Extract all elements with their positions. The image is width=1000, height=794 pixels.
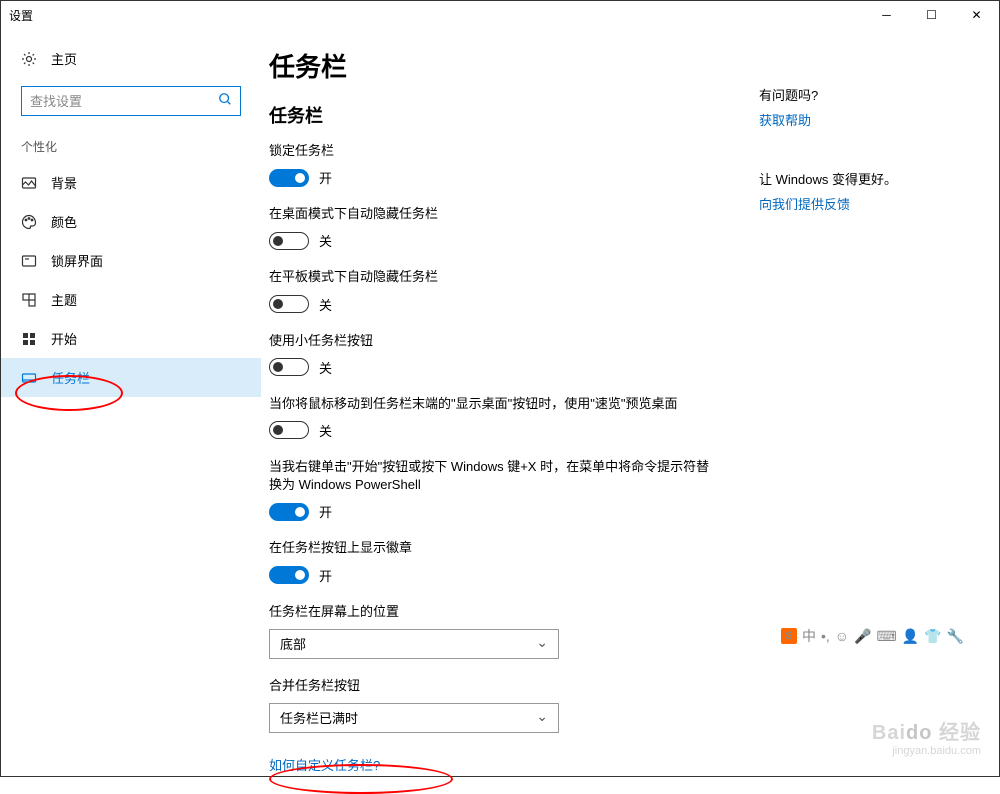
setting-lock-taskbar: 锁定任务栏 开 [269,142,719,187]
toggle-switch[interactable] [269,421,309,439]
toggle-state: 关 [319,358,332,377]
setting-label: 当我右键单击"开始"按钮或按下 Windows 键+X 时，在菜单中将命令提示符… [269,458,719,494]
window-controls: ─ ☐ ✕ [864,1,999,29]
close-button[interactable]: ✕ [954,1,999,29]
link-feedback[interactable]: 向我们提供反馈 [759,194,919,213]
sidebar-item-label: 背景 [51,173,77,192]
start-icon [21,331,37,347]
sidebar-item-start[interactable]: 开始 [1,319,261,358]
ime-keyboard-icon[interactable]: ⌨ [876,628,896,645]
setting-autohide-desktop: 在桌面模式下自动隐藏任务栏 关 [269,205,719,250]
home-label: 主页 [51,49,77,68]
setting-position: 任务栏在屏幕上的位置 底部 [269,603,719,659]
setting-label: 合并任务栏按钮 [269,677,719,695]
maximize-button[interactable]: ☐ [909,1,954,29]
theme-icon [21,292,37,308]
sidebar: 主页 个性化 背景 颜色 锁屏界面 主题 开始 [1,29,261,776]
search-icon [218,92,232,111]
dropdown-combine[interactable]: 任务栏已满时 [269,703,559,733]
sidebar-item-label: 任务栏 [51,368,90,387]
toggle-autohide-tablet[interactable]: 关 [269,295,719,314]
section-heading: 任务栏 [269,102,719,128]
sidebar-item-colors[interactable]: 颜色 [1,202,261,241]
window-title: 设置 [9,7,33,24]
home-item[interactable]: 主页 [1,41,261,76]
toggle-switch[interactable] [269,232,309,250]
toggle-lock-taskbar[interactable]: 开 [269,168,719,187]
setting-powershell: 当我右键单击"开始"按钮或按下 Windows 键+X 时，在菜单中将命令提示符… [269,458,719,521]
sidebar-item-label: 主题 [51,290,77,309]
help-question: 有问题吗? [759,85,919,104]
setting-peek: 当你将鼠标移动到任务栏末端的"显示桌面"按钮时，使用"速览"预览桌面 关 [269,395,719,440]
link-get-help[interactable]: 获取帮助 [759,110,919,129]
setting-label: 使用小任务栏按钮 [269,332,719,350]
toggle-small-buttons[interactable]: 关 [269,358,719,377]
setting-badges: 在任务栏按钮上显示徽章 开 [269,539,719,584]
dropdown-value: 底部 [280,634,306,653]
toggle-switch[interactable] [269,295,309,313]
search-input[interactable] [30,94,218,109]
dropdown-position[interactable]: 底部 [269,629,559,659]
setting-label: 在任务栏按钮上显示徽章 [269,539,719,557]
lockscreen-icon [21,253,37,269]
setting-label: 在平板模式下自动隐藏任务栏 [269,268,719,286]
setting-label: 任务栏在屏幕上的位置 [269,603,719,621]
sidebar-item-label: 开始 [51,329,77,348]
setting-label: 当你将鼠标移动到任务栏末端的"显示桌面"按钮时，使用"速览"预览桌面 [269,395,719,413]
link-customize-taskbar[interactable]: 如何自定义任务栏? [269,755,380,774]
toggle-state: 开 [319,502,332,521]
ime-lang[interactable]: 中 [802,626,816,646]
ime-skin-icon[interactable]: 👕 [924,628,941,645]
search-box[interactable] [21,86,241,116]
setting-combine: 合并任务栏按钮 任务栏已满时 [269,677,719,733]
toggle-badges[interactable]: 开 [269,566,719,585]
sidebar-item-background[interactable]: 背景 [1,163,261,202]
ime-settings-icon[interactable]: 🔧 [947,628,964,645]
ime-emoji-icon[interactable]: ☺ [835,628,849,644]
sidebar-item-lockscreen[interactable]: 锁屏界面 [1,241,261,280]
titlebar: 设置 ─ ☐ ✕ [1,1,999,29]
sidebar-item-label: 颜色 [51,212,77,231]
ime-mic-icon[interactable]: 🎤 [854,628,871,645]
toggle-switch[interactable] [269,358,309,376]
minimize-button[interactable]: ─ [864,1,909,29]
page-title: 任务栏 [269,47,719,84]
toggle-switch[interactable] [269,169,309,187]
palette-icon [21,214,37,230]
main-content: 任务栏 任务栏 锁定任务栏 开 在桌面模式下自动隐藏任务栏 关 在平板模式下自动… [261,29,999,776]
setting-autohide-tablet: 在平板模式下自动隐藏任务栏 关 [269,268,719,313]
setting-label: 在桌面模式下自动隐藏任务栏 [269,205,719,223]
section-label: 个性化 [1,132,261,163]
sidebar-item-taskbar[interactable]: 任务栏 [1,358,261,397]
ime-toolbar[interactable]: S 中 •, ☺ 🎤 ⌨ 👤 👕 🔧 [781,626,964,646]
dropdown-value: 任务栏已满时 [280,708,358,727]
toggle-state: 关 [319,295,332,314]
toggle-switch[interactable] [269,566,309,584]
toggle-state: 开 [319,566,332,585]
toggle-state: 开 [319,168,332,187]
image-icon [21,175,37,191]
gear-icon [21,51,37,67]
taskbar-icon [21,370,37,386]
setting-label: 锁定任务栏 [269,142,719,160]
toggle-state: 关 [319,421,332,440]
toggle-powershell[interactable]: 开 [269,502,719,521]
toggle-autohide-desktop[interactable]: 关 [269,231,719,250]
toggle-state: 关 [319,231,332,250]
ime-punct-icon[interactable]: •, [821,628,830,644]
ime-user-icon[interactable]: 👤 [902,628,919,645]
sidebar-item-themes[interactable]: 主题 [1,280,261,319]
improve-label: 让 Windows 变得更好。 [759,169,919,188]
toggle-switch[interactable] [269,503,309,521]
ime-logo-icon: S [781,628,797,644]
sidebar-item-label: 锁屏界面 [51,251,103,270]
toggle-peek[interactable]: 关 [269,421,719,440]
help-panel: 有问题吗? 获取帮助 让 Windows 变得更好。 向我们提供反馈 [719,47,919,776]
setting-small-buttons: 使用小任务栏按钮 关 [269,332,719,377]
